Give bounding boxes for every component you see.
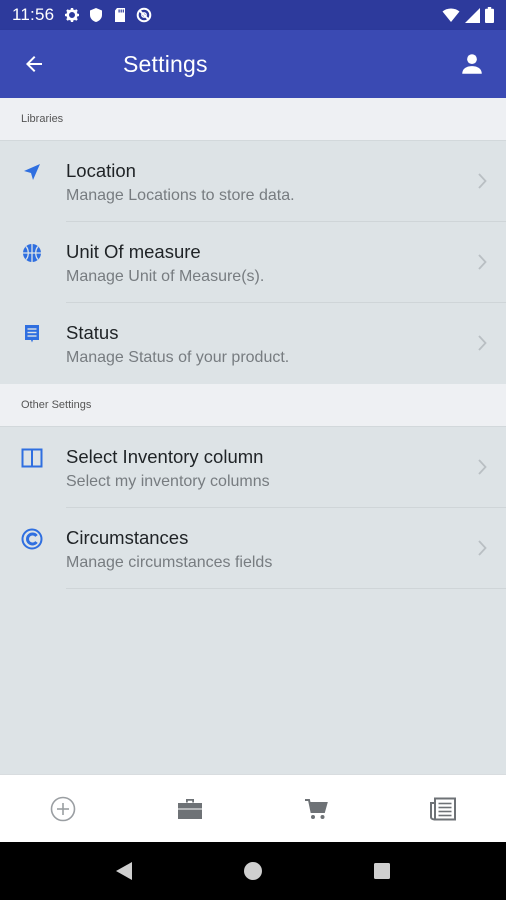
settings-item-unit-of-measure[interactable]: Unit Of measure Manage Unit of Measure(s…	[0, 222, 506, 303]
settings-item-subtitle: Manage Status of your product.	[66, 349, 290, 366]
system-home-button[interactable]	[233, 851, 273, 891]
add-circle-icon	[50, 796, 76, 821]
status-bar: 11:56	[0, 0, 506, 30]
settings-item-subtitle: Select my inventory columns	[66, 473, 270, 490]
columns-icon	[21, 447, 43, 469]
settings-item-location[interactable]: Location Manage Locations to store data.	[0, 141, 506, 222]
settings-item-title: Status	[66, 322, 119, 343]
settings-item-title: Select Inventory column	[66, 446, 264, 467]
signal-icon	[465, 7, 480, 23]
nav-reports-button[interactable]	[380, 775, 506, 842]
circle-c-icon	[21, 528, 43, 550]
nav-inventory-button[interactable]	[127, 775, 254, 842]
briefcase-icon	[177, 798, 202, 819]
back-button[interactable]	[10, 40, 58, 88]
settings-item-title: Location	[66, 160, 136, 181]
system-back-button[interactable]	[104, 851, 144, 891]
list-status-icon	[21, 323, 43, 345]
chevron-right-icon	[478, 459, 487, 475]
chevron-right-icon	[478, 540, 487, 556]
account-icon	[462, 54, 482, 74]
nav-cart-button[interactable]	[253, 775, 380, 842]
settings-item-status[interactable]: Status Manage Status of your product.	[0, 303, 506, 384]
arrow-left-icon	[26, 56, 42, 72]
settings-content: Libraries Location Manage Locations to s…	[0, 98, 506, 774]
do-not-disturb-icon	[136, 7, 152, 23]
status-time: 11:56	[12, 5, 55, 24]
navigation-arrow-icon	[21, 161, 43, 183]
shield-icon	[88, 7, 104, 23]
other-settings-list: Select Inventory column Select my invent…	[0, 427, 506, 589]
chevron-right-icon	[478, 173, 487, 189]
battery-icon	[485, 7, 494, 23]
system-recents-button[interactable]	[362, 851, 402, 891]
chevron-right-icon	[478, 335, 487, 351]
settings-item-subtitle: Manage Unit of Measure(s).	[66, 268, 265, 285]
system-navigation-bar	[0, 842, 506, 900]
settings-gear-icon	[64, 7, 80, 23]
sd-card-icon	[112, 7, 128, 23]
status-icons-left	[64, 7, 152, 23]
app-bar: Settings	[0, 30, 506, 98]
settings-item-subtitle: Manage circumstances fields	[66, 554, 273, 571]
account-button[interactable]	[448, 40, 496, 88]
libraries-list: Location Manage Locations to store data.…	[0, 141, 506, 384]
newspaper-icon	[429, 797, 456, 820]
status-icons-right	[442, 7, 494, 23]
section-header-other-settings: Other Settings	[0, 384, 506, 427]
cart-icon	[305, 798, 329, 819]
wifi-icon	[442, 8, 460, 23]
back-triangle-icon	[116, 862, 133, 880]
settings-item-title: Unit Of measure	[66, 241, 201, 262]
basketball-icon	[21, 242, 43, 264]
section-header-libraries: Libraries	[0, 98, 506, 141]
home-circle-icon	[243, 862, 262, 880]
settings-item-circumstances[interactable]: Circumstances Manage circumstances field…	[0, 508, 506, 589]
settings-item-subtitle: Manage Locations to store data.	[66, 187, 295, 204]
settings-item-select-inventory-column[interactable]: Select Inventory column Select my invent…	[0, 427, 506, 508]
chevron-right-icon	[478, 254, 487, 270]
divider	[66, 588, 506, 589]
settings-item-title: Circumstances	[66, 527, 189, 548]
bottom-navigation	[0, 774, 506, 842]
page-title: Settings	[123, 50, 208, 77]
nav-add-button[interactable]	[0, 775, 127, 842]
recents-square-icon	[373, 863, 390, 879]
